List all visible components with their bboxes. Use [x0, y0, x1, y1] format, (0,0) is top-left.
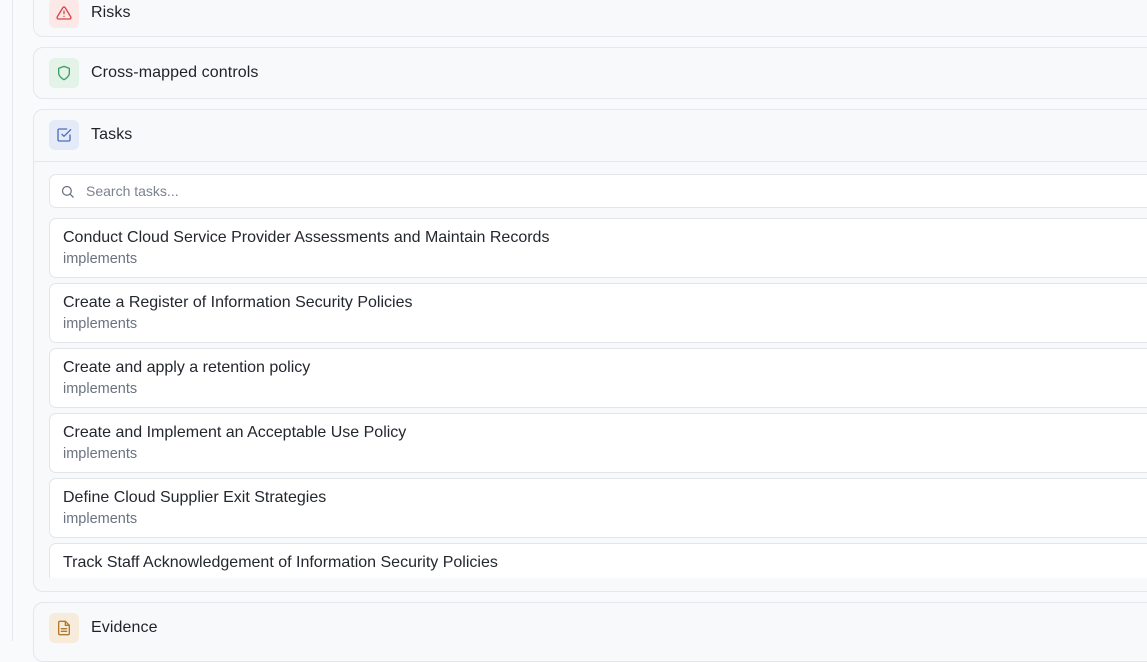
tasks-icon-tile — [49, 120, 79, 150]
cross-mapped-controls-section[interactable]: Cross-mapped controls — [33, 47, 1147, 99]
task-list-item[interactable]: Conduct Cloud Service Provider Assessmen… — [49, 218, 1147, 278]
tasks-header[interactable]: Tasks — [34, 110, 1147, 160]
task-relation: implements — [63, 316, 138, 332]
task-title: Track Staff Acknowledgement of Informati… — [63, 554, 498, 571]
tasks-title: Tasks — [91, 126, 133, 143]
task-list-item[interactable]: Create a Register of Information Securit… — [49, 283, 1147, 343]
task-title: Conduct Cloud Service Provider Assessmen… — [63, 229, 550, 246]
checkbox-icon — [57, 128, 72, 142]
task-relation: implements — [63, 251, 138, 267]
cross-mapped-controls-header[interactable]: Cross-mapped controls — [34, 48, 1147, 98]
left-rail — [0, 0, 13, 641]
task-relation: implements — [63, 381, 138, 397]
task-list-item[interactable]: Create and Implement an Acceptable Use P… — [49, 413, 1147, 473]
task-search-input[interactable] — [84, 182, 988, 200]
task-title: Create a Register of Information Securit… — [63, 294, 413, 311]
document-icon — [58, 620, 70, 636]
alert-triangle-icon — [56, 6, 72, 20]
evidence-icon-tile — [49, 613, 79, 643]
cross-mapped-icon-tile — [49, 58, 79, 88]
risks-icon-tile — [49, 0, 79, 28]
cross-mapped-controls-title: Cross-mapped controls — [91, 64, 259, 81]
task-title: Create and Implement an Acceptable Use P… — [63, 424, 407, 441]
evidence-section[interactable]: Evidence — [33, 602, 1147, 662]
task-list-item[interactable]: Define Cloud Supplier Exit Strategies im… — [49, 478, 1147, 538]
task-title: Create and apply a retention policy — [63, 359, 311, 376]
task-list[interactable]: Conduct Cloud Service Provider Assessmen… — [49, 218, 1147, 578]
risks-section[interactable]: Risks — [33, 0, 1147, 37]
risks-title: Risks — [91, 4, 131, 21]
task-title: Define Cloud Supplier Exit Strategies — [63, 489, 327, 506]
evidence-header[interactable]: Evidence — [34, 603, 1147, 653]
shield-icon — [58, 65, 70, 81]
task-relation: implements — [63, 446, 138, 462]
evidence-title: Evidence — [91, 619, 158, 636]
task-relation: implements — [63, 511, 138, 527]
tasks-section: Tasks Conduct Cloud Service Provider Ass… — [33, 109, 1147, 592]
risks-header[interactable]: Risks — [34, 0, 1147, 38]
task-list-item[interactable]: Track Staff Acknowledgement of Informati… — [49, 543, 1147, 578]
task-list-item[interactable]: Create and apply a retention policy impl… — [49, 348, 1147, 408]
search-icon — [61, 185, 74, 198]
task-search-box[interactable] — [49, 174, 1147, 208]
tasks-body: Conduct Cloud Service Provider Assessmen… — [34, 161, 1147, 594]
